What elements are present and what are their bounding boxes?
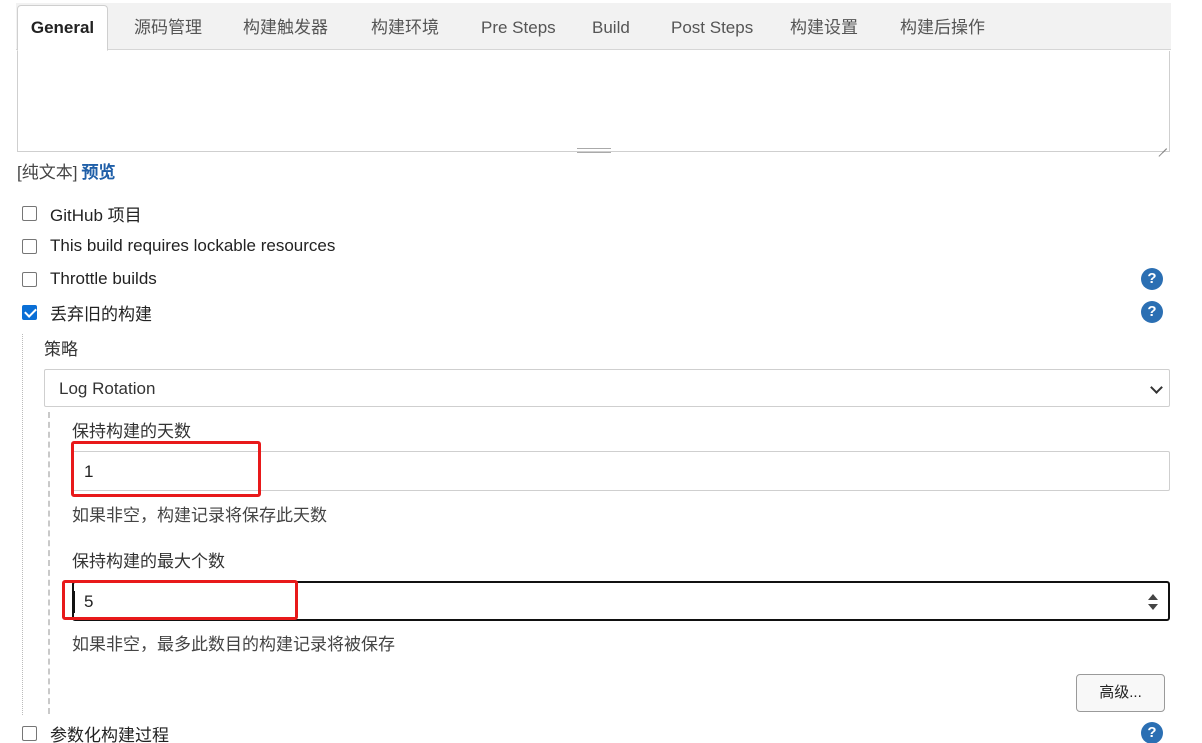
- help-icon[interactable]: ?: [1141, 301, 1163, 323]
- option-label: GitHub 项目: [50, 205, 142, 225]
- preview-link[interactable]: 预览: [81, 163, 115, 182]
- strategy-selected-value: Log Rotation: [59, 379, 156, 398]
- option-label: 参数化构建过程: [50, 725, 169, 743]
- option-label: Throttle builds: [50, 269, 157, 288]
- tab-general[interactable]: General: [17, 5, 108, 51]
- format-label: [纯文本]: [17, 163, 78, 182]
- option-label: This build requires lockable resources: [50, 236, 336, 255]
- discard-old-builds-checkbox[interactable]: [22, 304, 37, 320]
- advanced-button[interactable]: 高级...: [1076, 674, 1165, 712]
- description-textarea[interactable]: [17, 51, 1170, 152]
- option-lockable-resources[interactable]: This build requires lockable resources: [22, 235, 335, 257]
- subsection-border: [48, 412, 50, 714]
- option-discard-old-builds[interactable]: 丢弃旧的构建: [22, 301, 152, 324]
- tab-build-triggers[interactable]: 构建触发器: [243, 3, 328, 51]
- max-builds-label: 保持构建的最大个数: [72, 552, 225, 571]
- tab-post-steps[interactable]: Post Steps: [671, 3, 753, 51]
- tab-pre-steps[interactable]: Pre Steps: [481, 3, 556, 51]
- config-tabbar: General 源码管理 构建触发器 构建环境 Pre Steps Build …: [0, 0, 1202, 52]
- tab-build[interactable]: Build: [592, 3, 630, 51]
- option-label: 丢弃旧的构建: [50, 304, 152, 324]
- number-spinner-icon[interactable]: [1148, 593, 1158, 611]
- help-icon[interactable]: ?: [1141, 268, 1163, 290]
- resize-grip-icon[interactable]: [1157, 139, 1167, 149]
- throttle-builds-checkbox[interactable]: [22, 271, 37, 287]
- max-builds-hint: 如果非空，最多此数目的构建记录将被保存: [72, 635, 395, 654]
- textarea-drag-handle[interactable]: [577, 148, 611, 153]
- option-parameterized-build[interactable]: 参数化构建过程: [22, 722, 169, 743]
- highlight-box: [71, 441, 261, 497]
- days-to-keep-label: 保持构建的天数: [72, 422, 191, 441]
- strategy-select[interactable]: Log Rotation: [44, 369, 1170, 407]
- parameterized-build-checkbox[interactable]: [22, 725, 37, 741]
- chevron-down-icon: [1150, 381, 1163, 394]
- tab-build-settings[interactable]: 构建设置: [790, 3, 858, 51]
- days-to-keep-hint: 如果非空，构建记录将保存此天数: [72, 506, 327, 525]
- description-format-line: [纯文本] 预览: [17, 158, 115, 183]
- highlight-box: [62, 580, 298, 620]
- lockable-resources-checkbox[interactable]: [22, 238, 37, 254]
- tab-build-environment[interactable]: 构建环境: [371, 3, 439, 51]
- tab-source-control[interactable]: 源码管理: [134, 3, 202, 51]
- option-throttle-builds[interactable]: Throttle builds: [22, 268, 157, 290]
- github-project-checkbox[interactable]: [22, 205, 37, 221]
- strategy-label: 策略: [44, 340, 78, 359]
- section-border: [22, 334, 23, 715]
- tab-post-build-actions[interactable]: 构建后操作: [900, 3, 985, 51]
- help-icon[interactable]: ?: [1141, 722, 1163, 743]
- option-github-project[interactable]: GitHub 项目: [22, 202, 142, 225]
